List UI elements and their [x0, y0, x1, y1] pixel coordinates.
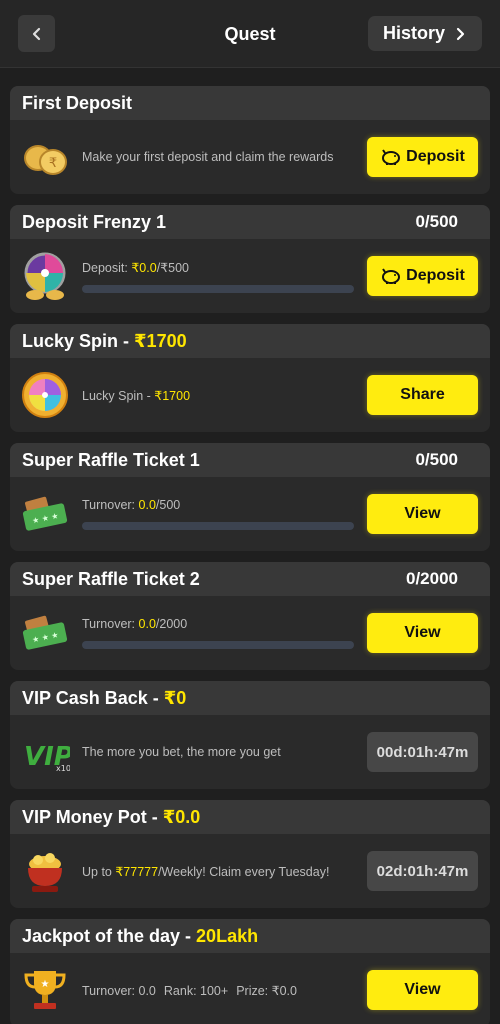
card-header: Jackpot of the day - 20Lakh	[10, 919, 490, 953]
view-button[interactable]: View	[367, 970, 478, 1010]
chevron-left-icon	[32, 27, 40, 40]
card-body: Lucky Spin - ₹1700 Share	[10, 358, 490, 432]
card-info: Turnover: 0.0/2000	[82, 617, 367, 649]
top-bar: Quest History	[0, 0, 500, 68]
card-body: Deposit: ₹0.0/₹500 Deposit	[10, 239, 490, 313]
button-label: Deposit	[406, 267, 465, 284]
card-description: The more you bet, the more you get	[82, 745, 281, 759]
quest-card-super-raffle-1: Super Raffle Ticket 1 0/500 ★ ★ ★ Turnov…	[10, 443, 490, 551]
card-title: Super Raffle Ticket 1	[22, 449, 200, 470]
ticket-icon: ★ ★ ★	[20, 489, 70, 539]
card-title: VIP Money Pot - ₹0.0	[22, 806, 201, 827]
card-header: Deposit Frenzy 1 0/500	[10, 205, 490, 239]
history-button[interactable]: History	[367, 16, 482, 51]
view-button[interactable]: View	[367, 494, 478, 534]
progress-bar	[82, 284, 354, 293]
view-button[interactable]: View	[367, 613, 478, 653]
wheel-icon	[20, 251, 70, 301]
card-header: VIP Cash Back - ₹0	[10, 681, 490, 715]
progress-count: 0/500	[415, 450, 458, 469]
card-description: Turnover: 0.0/500	[82, 498, 181, 512]
card-info: Make your first deposit and claim the re…	[82, 150, 367, 164]
card-title: Deposit Frenzy 1	[22, 211, 167, 232]
card-body: VIP x10 The more you bet, the more you ge…	[10, 715, 490, 789]
card-title: Lucky Spin - ₹1700	[22, 330, 187, 351]
button-label: View	[404, 624, 441, 641]
button-label: Deposit	[406, 148, 465, 165]
progress-bar	[82, 641, 354, 649]
card-description: Deposit: ₹0.0/₹500	[82, 260, 189, 275]
card-info: Turnover: 0.0/500	[82, 498, 367, 530]
history-label: History	[382, 23, 445, 43]
button-label: View	[404, 505, 441, 522]
card-header: Super Raffle Ticket 1 0/500	[10, 443, 490, 477]
countdown-timer: 00d:01h:47m	[367, 732, 478, 772]
ticket-icon: ★ ★ ★	[20, 608, 70, 658]
svg-text:x10: x10	[56, 764, 70, 773]
spin-wheel-icon	[20, 370, 70, 420]
quest-card-super-raffle-2: Super Raffle Ticket 2 0/2000 ★ ★ ★ Turno…	[10, 562, 490, 670]
card-header: Super Raffle Ticket 2 0/2000	[10, 562, 490, 596]
card-title: VIP Cash Back - ₹0	[22, 687, 187, 708]
card-description: Up to ₹77777/Weekly! Claim every Tuesday…	[82, 864, 330, 879]
quest-card-vip-cash-back: VIP Cash Back - ₹0 VIP x10 The more you b…	[10, 681, 490, 789]
card-header: First Deposit	[10, 86, 490, 120]
card-body: ★ ★ ★ Turnover: 0.0/2000 View	[10, 596, 490, 670]
vip-icon: VIP x10	[20, 727, 70, 777]
card-body: ★ ★ ★ Turnover: 0.0/500 View	[10, 477, 490, 551]
card-header: VIP Money Pot - ₹0.0	[10, 800, 490, 834]
card-title: First Deposit	[22, 92, 133, 113]
coins-icon: ₹	[20, 132, 70, 182]
back-button[interactable]	[18, 15, 55, 52]
card-description: Turnover: 0.0 Rank: 100+ Prize: ₹0.0	[82, 983, 367, 998]
card-info: Turnover: 0.0 Rank: 100+ Prize: ₹0.0	[82, 983, 367, 998]
quest-card-jackpot-of-the-day: Jackpot of the day - 20Lakh ★ Turnover: …	[10, 919, 490, 1024]
chevron-right-icon	[456, 27, 465, 40]
deposit-button[interactable]: Deposit	[367, 137, 478, 177]
button-label: View	[404, 981, 441, 998]
countdown-timer: 02d:01h:47m	[367, 851, 478, 891]
quest-card-vip-money-pot: VIP Money Pot - ₹0.0 Up to ₹77777/Weekly…	[10, 800, 490, 908]
rank-text: Rank: 100+	[163, 983, 229, 998]
card-info: Deposit: ₹0.0/₹500	[82, 260, 367, 293]
card-description: Make your first deposit and claim the re…	[82, 150, 334, 164]
deposit-button[interactable]: Deposit	[367, 256, 478, 296]
card-info: The more you bet, the more you get	[82, 745, 367, 759]
svg-text:★: ★	[41, 979, 50, 990]
svg-text:₹: ₹	[49, 156, 57, 171]
card-description: Lucky Spin - ₹1700	[82, 388, 191, 403]
card-info: Up to ₹77777/Weekly! Claim every Tuesday…	[82, 864, 367, 879]
quest-card-deposit-frenzy: Deposit Frenzy 1 0/500 Deposit: ₹0.0/₹50…	[10, 205, 490, 313]
card-info: Lucky Spin - ₹1700	[82, 388, 367, 403]
card-title: Jackpot of the day - 20Lakh	[22, 925, 259, 946]
share-button[interactable]: Share	[367, 375, 478, 415]
progress-count: 0/500	[415, 212, 458, 231]
prize-text: Prize: ₹0.0	[236, 983, 297, 998]
card-description: Turnover: 0.0/2000	[82, 617, 188, 631]
progress-count: 0/2000	[406, 569, 458, 588]
piggy-bank-icon	[382, 268, 401, 284]
card-title: Super Raffle Ticket 2	[22, 568, 200, 589]
card-body: ₹ Make your first deposit and claim the …	[10, 120, 490, 194]
card-header: Lucky Spin - ₹1700	[10, 324, 490, 358]
quest-list: First Deposit ₹ Make your first deposit …	[10, 86, 490, 1024]
quest-card-first-deposit: First Deposit ₹ Make your first deposit …	[10, 86, 490, 194]
card-body: ★ Turnover: 0.0 Rank: 100+ Prize: ₹0.0 Vie…	[10, 953, 490, 1024]
piggy-bank-icon	[382, 149, 401, 165]
progress-bar	[82, 522, 354, 530]
turnover-text: Turnover: 0.0	[82, 983, 156, 998]
button-label: Share	[400, 386, 445, 403]
trophy-icon: ★	[20, 965, 70, 1015]
quest-card-lucky-spin: Lucky Spin - ₹1700 Lucky Spin - ₹1700 Sh…	[10, 324, 490, 432]
card-body: Up to ₹77777/Weekly! Claim every Tuesday…	[10, 834, 490, 908]
money-pot-icon	[20, 846, 70, 896]
